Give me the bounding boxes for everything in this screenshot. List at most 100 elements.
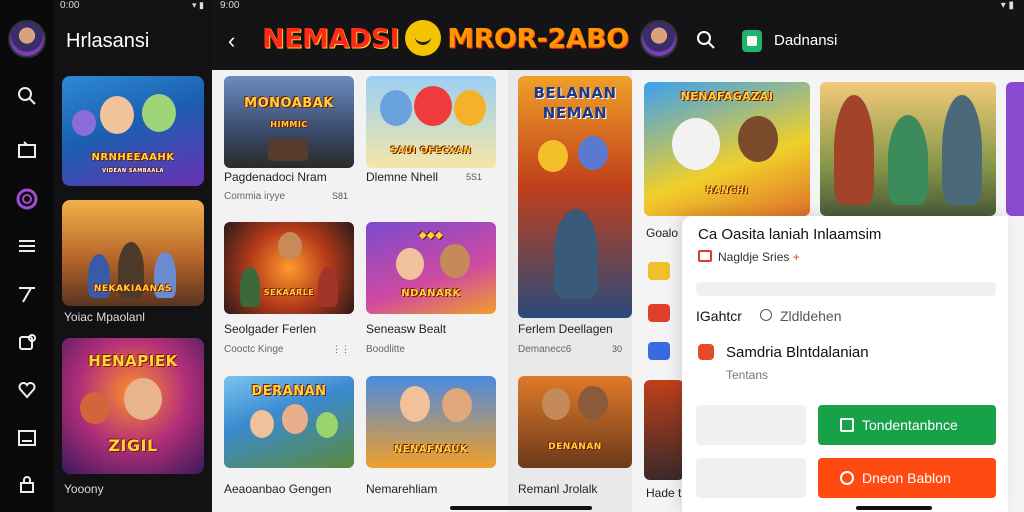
game-meta: 30 — [612, 344, 623, 354]
avatar[interactable] — [640, 20, 678, 58]
section-label: Goalo — [646, 226, 679, 240]
status-time: 9:00 — [220, 0, 240, 11]
character-art — [578, 136, 608, 170]
game-banner: BELANAN — [533, 84, 617, 102]
game-tile[interactable]: DERANAN — [224, 376, 354, 468]
filter-icon[interactable] — [14, 284, 40, 310]
radio-label[interactable]: Zldldehen — [780, 308, 842, 324]
app-logo: NEMADSI MROR-2ABO — [262, 20, 629, 60]
game-tile[interactable]: ◆◆◆ NDANARK — [366, 222, 496, 314]
sheet-subtitle: Nagldje Sries + — [718, 250, 800, 264]
shopping-bag-icon — [698, 250, 712, 262]
game-meta: S81 — [332, 191, 349, 201]
character-art — [834, 95, 874, 206]
game-banner-2: HANCHI — [705, 186, 749, 196]
menu-icon[interactable] — [14, 236, 40, 262]
top-bar: ▾ ▮ Dadnansi — [632, 0, 1024, 70]
character-art — [738, 116, 778, 162]
game-banner: DENANAN — [548, 442, 602, 452]
stage: 0:00 ▾ ▮ Hrlasansi NRNHEEAAHK VIDEAN SAM… — [0, 0, 1024, 512]
game-card[interactable]: NENAFAGAZAI HANCHI — [644, 82, 810, 216]
game-banner: NENAFAGAZAI — [680, 90, 774, 103]
character-art — [240, 266, 260, 307]
character-art — [942, 95, 982, 206]
character-art — [380, 90, 412, 126]
game-art: DENANAN — [518, 376, 632, 468]
game-banner: DERANAN — [251, 384, 327, 399]
game-art: NEKAKIAANAS — [62, 200, 204, 306]
game-art: MONOABAK HIMMIC — [224, 76, 354, 168]
plus-icon[interactable]: + — [793, 250, 800, 264]
game-banner: SEKAARLE — [263, 288, 315, 297]
option-title[interactable]: Samdria Blntdalanian — [726, 344, 869, 361]
game-art: NENAFNAUK — [366, 376, 496, 468]
secondary-button[interactable]: Dneon Bablon — [818, 458, 996, 498]
character-art — [440, 244, 470, 278]
character-art — [250, 410, 274, 438]
game-tile[interactable]: MONOABAK HIMMIC — [224, 76, 354, 168]
game-banner-top: ◆◆◆ — [418, 230, 444, 241]
character-art — [554, 208, 598, 299]
game-title: Seneasw Bealt — [366, 322, 447, 336]
category-icon[interactable] — [648, 342, 670, 360]
placeholder-line — [696, 282, 996, 296]
game-tile[interactable]: SAUI OFECXAN — [366, 76, 496, 168]
secondary-button-label: Dneon Bablon — [862, 470, 951, 486]
lock-icon[interactable] — [14, 474, 40, 500]
spiral-icon[interactable] — [14, 188, 40, 214]
status-time: 0:00 — [60, 0, 80, 11]
avatar[interactable] — [8, 20, 46, 58]
game-tile[interactable]: BELANAN NEMAN — [518, 76, 632, 318]
tv-icon[interactable] — [14, 140, 40, 166]
primary-button-label: Tondentanbnce — [862, 417, 958, 433]
logo-left-text: NEMADSI — [262, 23, 400, 55]
game-card[interactable] — [820, 82, 996, 216]
game-tile[interactable]: NENAFNAUK — [366, 376, 496, 468]
character-art — [396, 248, 424, 280]
game-banner: NDANARK — [401, 288, 461, 299]
game-card[interactable]: NEKAKIAANAS — [62, 200, 204, 306]
game-meta: 5S1 — [466, 172, 483, 182]
more-icon[interactable]: ⋮⋮ — [332, 344, 350, 355]
game-art: BELANAN NEMAN — [518, 76, 632, 318]
game-tile[interactable]: DENANAN — [518, 376, 632, 468]
character-art — [538, 140, 568, 172]
heart-icon[interactable] — [14, 380, 40, 406]
left-app-panel: 0:00 ▾ ▮ Hrlasansi NRNHEEAAHK VIDEAN SAM… — [0, 0, 212, 512]
game-tile[interactable]: SEKAARLE — [224, 222, 354, 314]
game-subtitle: Boodlitte — [366, 344, 405, 355]
game-card[interactable]: HENAPIEK ZIGIL — [62, 338, 204, 474]
game-title: Dlemne Nhell — [366, 170, 439, 184]
check-icon — [840, 418, 854, 432]
page-title: Hrlasansi — [66, 30, 150, 52]
status-icons: ▾ ▮ — [192, 0, 204, 10]
primary-button[interactable]: Tondentanbnce — [818, 405, 996, 445]
character-art — [542, 388, 570, 420]
game-banner-2: ZIGIL — [108, 436, 158, 455]
placeholder-block — [696, 458, 806, 498]
image-icon[interactable] — [14, 428, 40, 454]
home-indicator — [856, 506, 932, 510]
game-card[interactable] — [1006, 82, 1024, 216]
radio-button[interactable] — [760, 309, 772, 321]
game-card[interactable]: NRNHEEAAHK VIDEAN SAMBAALA — [62, 76, 204, 186]
game-art: HENAPIEK ZIGIL — [62, 338, 204, 474]
game-subtitle: Demanecc6 — [518, 344, 572, 355]
character-art — [142, 94, 176, 132]
character-art — [578, 386, 608, 420]
search-icon[interactable] — [696, 30, 716, 55]
game-art: SEKAARLE — [224, 222, 354, 314]
category-icon[interactable] — [648, 304, 670, 322]
game-banner: NENAFNAUK — [393, 444, 469, 455]
game-art: ◆◆◆ NDANARK — [366, 222, 496, 314]
puzzle-icon[interactable] — [14, 332, 40, 358]
search-icon[interactable] — [14, 86, 40, 112]
category-icon[interactable] — [648, 262, 670, 280]
character-art — [442, 388, 472, 422]
logo-right-text: MROR-2ABO — [447, 23, 629, 55]
bottom-sheet: Ca Oasita laniah Inlaamsim Nagldje Sries… — [682, 216, 1008, 512]
game-card[interactable] — [644, 380, 684, 480]
character-art — [414, 86, 452, 126]
smiley-icon — [405, 20, 442, 56]
back-arrow-icon[interactable]: ‹ — [228, 28, 235, 54]
